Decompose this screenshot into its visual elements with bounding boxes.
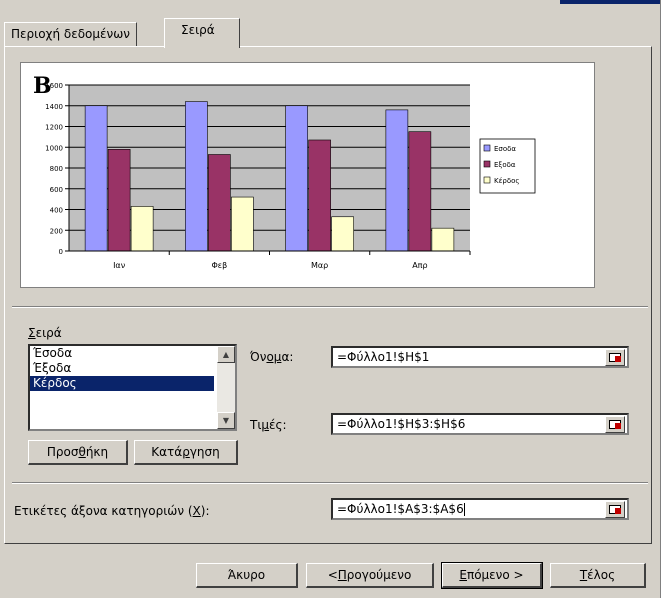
name-field-label: Όνομα: [250, 350, 294, 364]
separator [12, 482, 648, 484]
legend-swatch [483, 160, 491, 168]
x-tick-label: Απρ [412, 261, 427, 270]
category-labels-field[interactable]: =Φύλλο1!$A$3:$A$6 [331, 498, 629, 520]
y-tick-label: 600 [50, 186, 63, 194]
x-tick-label: Μαρ [311, 261, 328, 270]
list-item[interactable]: Έξοδα [30, 361, 214, 376]
values-field-label: Τιμές: [250, 418, 287, 432]
name-field[interactable]: =Φύλλο1!$H$1 [331, 346, 629, 368]
y-tick-label: 800 [50, 165, 63, 173]
legend-label: Κέρδος [494, 177, 520, 185]
bar [84, 105, 108, 252]
y-tick-label: 1200 [45, 124, 63, 132]
tab-series[interactable]: Σειρά [164, 18, 240, 48]
x-tick-label: Φεβ [212, 261, 228, 270]
collapse-dialog-icon[interactable] [605, 416, 625, 433]
remove-series-button[interactable]: Κατά ρ γηση [134, 440, 238, 465]
category-labels-label: Ετικέτες άξονα κατηγοριών (Χ): [14, 504, 210, 518]
list-item[interactable]: Έσοδα [30, 346, 214, 361]
legend-swatch [483, 176, 491, 184]
x-tick-label: Ιαν [113, 261, 126, 270]
window-edge [660, 0, 665, 598]
list-item-selected[interactable]: Κέρδος [30, 376, 214, 391]
separator [12, 306, 648, 308]
bar [308, 139, 331, 252]
cancel-button[interactable]: Άκυρο [196, 563, 298, 588]
series-section-title: Σειρά [28, 326, 62, 340]
tab-data-range[interactable]: Περιοχή δεδομένων [4, 22, 137, 46]
bar [385, 109, 409, 252]
chart-preview: B 0 200 400 600 800 1000 1200 1400 1600 Ιαν Φεβ Μαρ Α… [20, 62, 595, 288]
next-button[interactable]: Επόμενο > [441, 562, 543, 589]
bar [285, 105, 308, 252]
series-listbox[interactable]: Έσοδα Έξοδα Κέρδος ▲ ▼ [28, 344, 237, 431]
values-field-value: =Φύλλο1!$H$3:$H$6 [337, 417, 466, 431]
back-button[interactable]: < Προγούμενο [306, 563, 434, 588]
y-tick-label: 1600 [45, 82, 63, 90]
y-tick-label: 200 [50, 227, 63, 235]
name-field-value: =Φύλλο1!$H$1 [337, 350, 430, 364]
y-tick-label: 1000 [45, 144, 63, 152]
bar [208, 154, 231, 252]
values-field[interactable]: =Φύλλο1!$H$3:$H$6 [331, 413, 629, 435]
legend-label: Εξοδα [494, 161, 516, 169]
bar [331, 216, 354, 252]
text-cursor [463, 503, 465, 516]
y-tick-label: 400 [50, 207, 63, 215]
y-tick-label: 0 [59, 248, 63, 256]
tab-data-range-label: Περιοχή δεδομένων [11, 27, 130, 41]
legend-label: Εσοδα [494, 145, 516, 153]
collapse-dialog-icon[interactable] [605, 501, 625, 518]
bar [185, 101, 208, 252]
legend-swatch [483, 144, 491, 152]
category-labels-value: =Φύλλο1!$A$3:$A$6 [337, 502, 464, 516]
collapse-dialog-icon[interactable] [605, 349, 625, 366]
tab-series-label: Σειρά [181, 23, 215, 37]
bar [231, 196, 254, 252]
chart-svg: B02004006008001000120014001600Ιαν Φεβ Μαρ Α… [33, 73, 536, 270]
finish-button[interactable]: Τέλος [550, 563, 646, 588]
scroll-down-icon[interactable]: ▼ [217, 412, 235, 429]
scroll-up-icon[interactable]: ▲ [217, 346, 235, 363]
listbox-scrollbar[interactable]: ▲ ▼ [217, 346, 235, 429]
y-tick-label: 1400 [45, 103, 63, 111]
bar [107, 149, 131, 252]
bar [408, 131, 432, 252]
bar [431, 227, 455, 252]
bar [130, 206, 154, 252]
window-top-border [0, 0, 665, 4]
add-series-button[interactable]: Προσ θ ήκη [28, 440, 128, 465]
